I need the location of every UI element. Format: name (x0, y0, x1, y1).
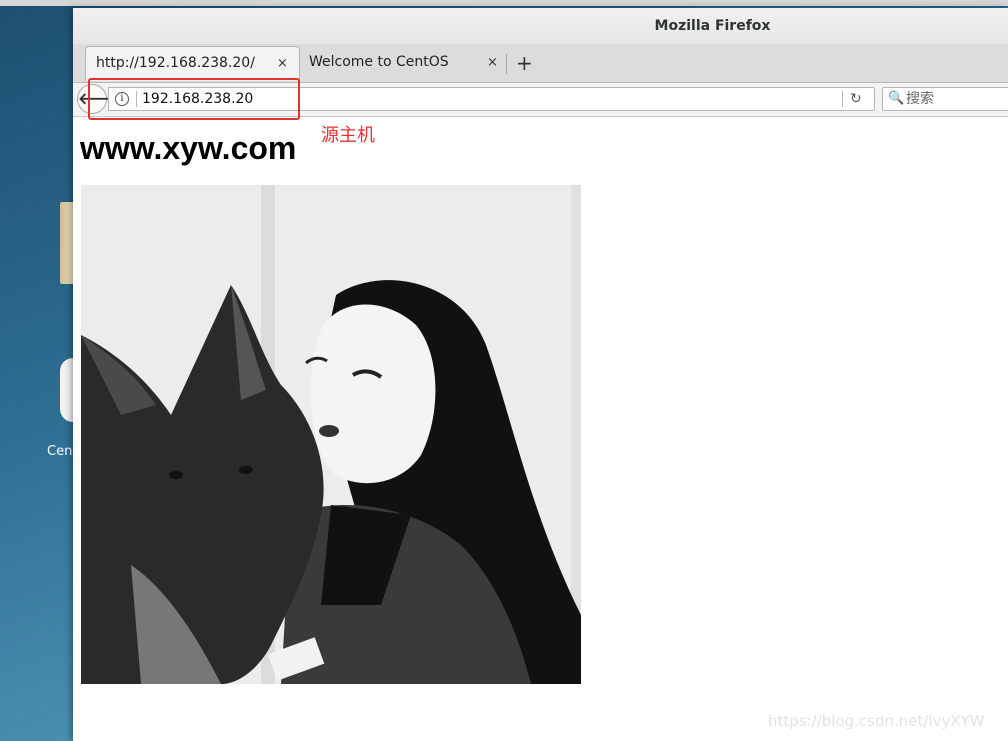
desktop-disc-icon[interactable] (60, 358, 73, 422)
desktop-icon-label[interactable]: CentOS (47, 444, 73, 459)
new-tab-button[interactable]: + (516, 47, 533, 80)
photo-illustration (81, 185, 581, 684)
window-title: Mozilla Firefox (654, 18, 771, 34)
tab-welcome[interactable]: Welcome to CentOS × (299, 46, 505, 81)
annotation-label: 源主机 (321, 125, 375, 146)
tab-label: http://192.168.238.20/ (96, 55, 255, 71)
url-divider (842, 91, 843, 107)
reload-icon[interactable]: ↻ (850, 88, 862, 110)
annotation-highlight-box (88, 78, 300, 120)
close-tab-icon[interactable]: × (487, 46, 498, 79)
tab-label: Welcome to CentOS (309, 54, 449, 70)
desktop-top-bar (0, 0, 1008, 6)
tab-active[interactable]: http://192.168.238.20/ × (85, 46, 300, 81)
page-content: www.xyw.com (73, 117, 1008, 741)
watermark: https://blog.csdn.net/lvyXYW (768, 712, 985, 730)
page-photo (81, 185, 581, 684)
desktop-package-icon[interactable] (60, 202, 73, 284)
search-placeholder: 搜索 (906, 91, 934, 107)
search-input[interactable]: 🔍 搜索 (882, 87, 1008, 111)
tab-divider (506, 54, 507, 74)
close-tab-icon[interactable]: × (277, 47, 288, 80)
search-icon: 🔍 (888, 91, 905, 106)
window-titlebar[interactable]: Mozilla Firefox (73, 8, 1008, 44)
page-heading: www.xyw.com (80, 130, 297, 166)
